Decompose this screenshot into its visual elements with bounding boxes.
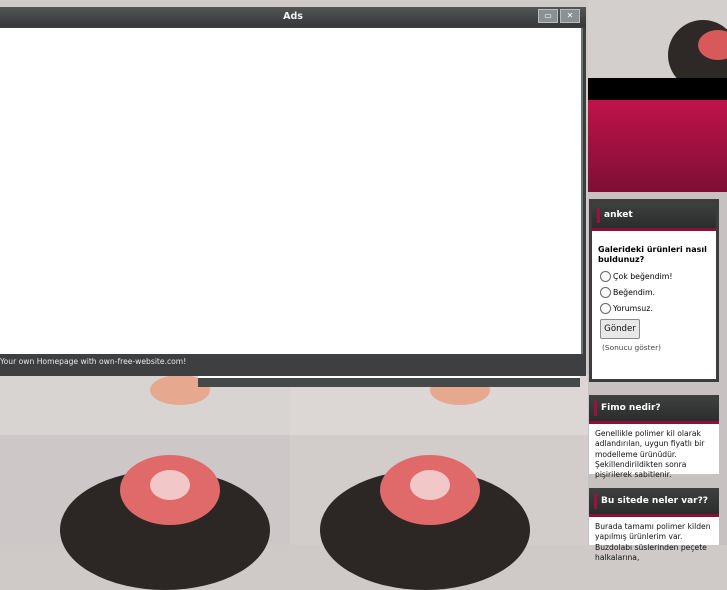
site-panel: Bu sitede neler var?? Burada tamamı poli… <box>589 488 719 562</box>
minimize-icon[interactable]: ▭ <box>538 9 558 23</box>
fimo-text: Genellikle polimer kil olarak adlandırıl… <box>595 429 705 480</box>
show-results-link[interactable]: (Sonucu göster) <box>602 343 716 352</box>
poll-header: anket <box>592 202 716 231</box>
poll-option-label: Yorumsuz. <box>613 304 653 313</box>
site-text: Burada tamamı polimer kilden yapılmış ür… <box>595 522 711 562</box>
poll-option-label: Çok beğendim! <box>613 272 673 281</box>
fimo-title: Fimo nedir? <box>601 403 661 413</box>
fimo-panel: Fimo nedir? Genellikle polimer kil olara… <box>589 395 719 479</box>
header-photo <box>588 0 727 78</box>
submit-button[interactable]: Gönder <box>600 319 640 339</box>
close-icon[interactable]: ✕ <box>560 9 580 23</box>
ads-content-area <box>0 28 583 354</box>
header-marker <box>597 207 600 223</box>
radio-button[interactable] <box>600 271 611 282</box>
poll-panel: anket Galerideki ürünleri nasıl buldunuz… <box>589 199 719 382</box>
header-marker <box>594 400 597 416</box>
poll-option[interactable]: Beğendim. <box>600 287 716 298</box>
fimo-header: Fimo nedir? <box>589 395 719 424</box>
photo-detail <box>150 470 190 500</box>
ads-underbar <box>198 376 580 387</box>
poll-option-label: Beğendim. <box>613 288 656 297</box>
radio-button[interactable] <box>600 287 611 298</box>
black-band <box>588 78 727 100</box>
poll-option[interactable]: Yorumsuz. <box>600 303 716 314</box>
photo-detail <box>410 470 450 500</box>
site-title: Bu sitede neler var?? <box>601 496 709 506</box>
ads-titlebar[interactable]: Ads ▭ ✕ <box>0 7 586 27</box>
window-controls: ▭ ✕ <box>536 9 580 23</box>
ads-title: Ads <box>283 11 303 22</box>
crimson-banner <box>588 100 727 192</box>
ads-window: Ads ▭ ✕ Your own Homepage with own-free-… <box>0 7 586 376</box>
site-header: Bu sitede neler var?? <box>589 488 719 517</box>
poll-title: anket <box>604 210 633 220</box>
poll-option[interactable]: Çok beğendim! <box>600 271 716 282</box>
radio-button[interactable] <box>600 303 611 314</box>
header-marker <box>594 493 597 509</box>
ads-footer-link[interactable]: Your own Homepage with own-free-website.… <box>0 357 186 367</box>
poll-question: Galerideki ürünleri nasıl buldunuz? <box>598 245 707 264</box>
